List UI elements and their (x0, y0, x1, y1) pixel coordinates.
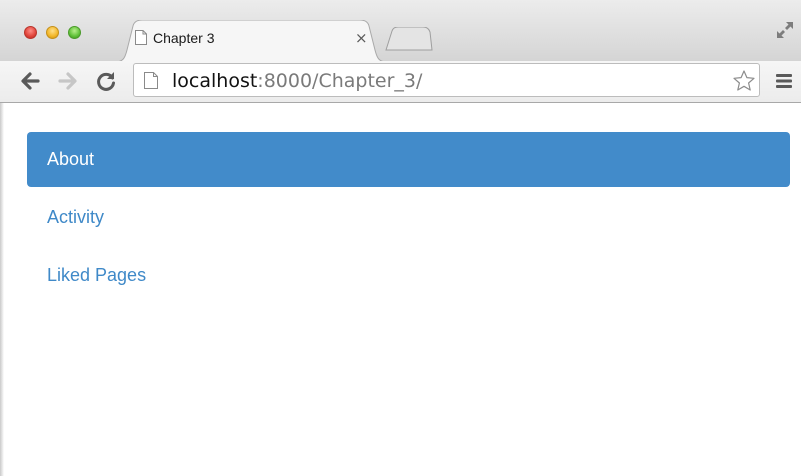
browser-window: Chapter 3 × localhost:8000/Chapter_3/ Ab… (0, 0, 801, 476)
url-text: localhost:8000/Chapter_3/ (172, 70, 422, 92)
nav-item-label: Activity (47, 207, 105, 227)
browser-toolbar: localhost:8000/Chapter_3/ (0, 61, 801, 103)
back-arrow-icon[interactable] (18, 69, 42, 93)
address-bar[interactable]: localhost:8000/Chapter_3/ (133, 63, 760, 97)
reload-icon[interactable] (94, 69, 118, 93)
url-path: :8000/Chapter_3/ (257, 70, 423, 92)
nav-item-label: Liked Pages (47, 265, 147, 285)
close-window-button[interactable] (24, 26, 37, 39)
star-icon[interactable] (732, 69, 756, 93)
tab-chapter-3[interactable]: Chapter 3 × (115, 20, 387, 62)
tab-title: Chapter 3 (153, 30, 215, 46)
tab-strip: Chapter 3 × (0, 0, 801, 62)
zoom-window-button[interactable] (68, 26, 81, 39)
new-tab-button[interactable] (385, 27, 433, 51)
nav-item-liked-pages[interactable]: Liked Pages (27, 248, 790, 303)
page-content: About Activity Liked Pages (0, 103, 801, 476)
forward-arrow-icon[interactable] (56, 69, 80, 93)
hamburger-menu-icon[interactable] (774, 71, 794, 91)
url-host: localhost (172, 70, 258, 92)
window-edge-shadow (0, 103, 4, 476)
page-icon (144, 72, 158, 89)
nav-item-activity[interactable]: Activity (27, 190, 790, 245)
nav-item-about[interactable]: About (27, 132, 790, 187)
fullscreen-icon[interactable] (775, 20, 795, 40)
nav-pills: About Activity Liked Pages (27, 132, 790, 306)
page-icon (135, 30, 147, 45)
tab-close-icon[interactable]: × (355, 29, 368, 47)
nav-item-label: About (47, 149, 95, 169)
minimize-window-button[interactable] (46, 26, 59, 39)
